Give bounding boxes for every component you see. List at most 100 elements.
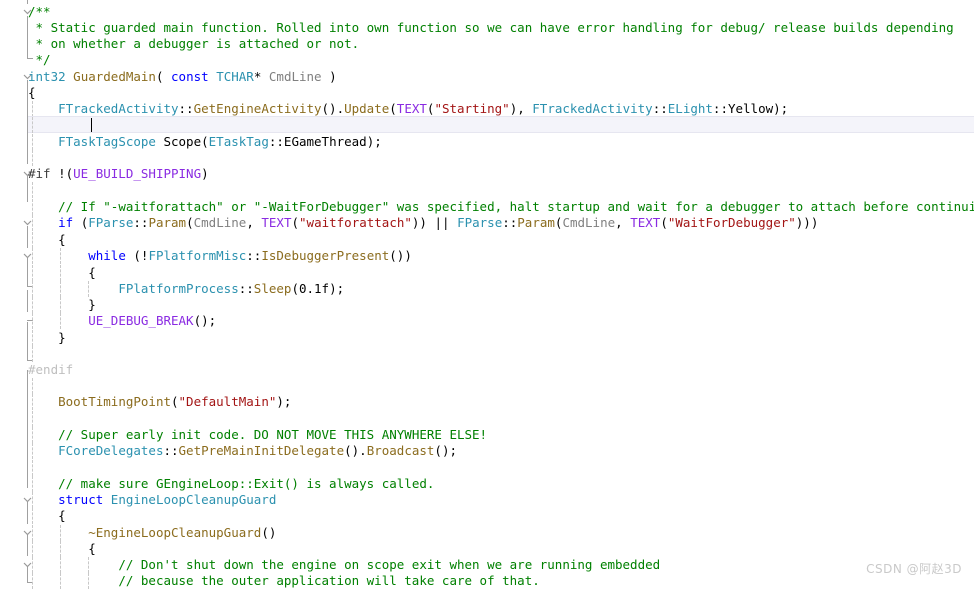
code-token: BootTimingPoint <box>58 394 171 409</box>
code-token: ) <box>321 69 337 84</box>
code-token: } <box>28 297 96 312</box>
code-token: FPlatformMisc <box>148 248 247 263</box>
code-token: { <box>28 508 66 523</box>
code-token: CmdLine <box>193 215 247 230</box>
code-token: (); <box>434 443 457 458</box>
code-line-text: /** <box>28 4 51 20</box>
code-line-text: while (!FPlatformMisc::IsDebuggerPresent… <box>28 248 412 264</box>
code-token: ); <box>773 101 789 116</box>
code-token: (). <box>321 101 345 116</box>
code-token: FTrackedActivity <box>58 101 179 116</box>
code-token: FCoreDelegates <box>58 443 164 458</box>
code-line-text: { <box>28 541 96 557</box>
code-token: :: <box>268 134 284 149</box>
code-token: ( <box>186 215 194 230</box>
code-token: () <box>261 525 277 540</box>
code-token: * on whether a debugger is attached or n… <box>28 36 360 51</box>
code-token: ); <box>366 134 382 149</box>
code-token: Sleep <box>253 281 292 296</box>
code-line-text: { <box>28 85 36 101</box>
code-token: "DefaultMain" <box>178 394 277 409</box>
code-text-surface[interactable]: /** * Static guarded main function. Roll… <box>0 0 974 589</box>
code-line-text: FCoreDelegates::GetPreMainInitDelegate()… <box>28 443 457 459</box>
text-caret <box>91 118 93 132</box>
current-line-highlight <box>28 116 974 133</box>
code-line-text: } <box>28 330 66 346</box>
code-line-text: FTrackedActivity::GetEngineActivity().Up… <box>28 101 788 117</box>
code-token: IsDebuggerPresent <box>261 248 390 263</box>
code-token: ( <box>73 215 89 230</box>
code-token: :: <box>652 101 668 116</box>
code-token: ( <box>155 69 172 84</box>
code-token: // Super early init code. DO NOT MOVE TH… <box>58 427 488 442</box>
code-line-text: { <box>28 508 66 524</box>
code-token: :: <box>712 101 728 116</box>
code-token: { <box>28 232 66 247</box>
code-line-text: } <box>28 297 96 313</box>
code-token: Scope( <box>155 134 209 149</box>
code-token: ); <box>276 394 292 409</box>
indent-guide <box>32 117 33 133</box>
code-token: TEXT <box>261 215 292 230</box>
code-token: FTrackedActivity <box>532 101 653 116</box>
code-token: ( <box>291 215 300 230</box>
code-token: TEXT <box>630 215 661 230</box>
code-token: Update <box>344 101 390 116</box>
code-token: (! <box>125 248 149 263</box>
code-token: GuardedMain <box>73 69 156 84</box>
code-token: EGameThread <box>283 134 367 149</box>
code-token: )) || <box>411 215 458 230</box>
code-token: (). <box>344 443 367 458</box>
code-editor[interactable]: /** * Static guarded main function. Roll… <box>0 0 974 589</box>
code-token: /** <box>28 4 51 19</box>
code-token: EngineLoopCleanupGuard <box>110 492 277 507</box>
code-token: (0.1f); <box>291 281 345 296</box>
code-token: TEXT <box>396 101 427 116</box>
code-token: ( <box>660 215 668 230</box>
code-token: // If "-waitforattach" or "-WaitForDebug… <box>58 199 974 214</box>
code-line-text: FTaskTagScope Scope(ETaskTag::EGameThrea… <box>28 134 382 150</box>
code-line-text: // Don't shut down the engine on scope e… <box>28 557 660 573</box>
indent-guide <box>32 346 33 362</box>
code-token: CmdLine <box>562 215 616 230</box>
code-line-text: if (FParse::Param(CmdLine, TEXT("waitfor… <box>28 215 818 231</box>
code-token: const <box>171 69 209 84</box>
code-line-text: int32 GuardedMain( const TCHAR* CmdLine … <box>28 69 337 85</box>
code-line-text: BootTimingPoint("DefaultMain"); <box>28 394 291 410</box>
code-token: ( <box>171 394 179 409</box>
code-token: { <box>28 85 36 100</box>
code-line-text: * Static guarded main function. Rolled i… <box>28 20 954 36</box>
code-token: CmdLine <box>268 69 322 84</box>
code-token: { <box>28 265 96 280</box>
code-line-text: // make sure GEngineLoop::Exit() is alwa… <box>28 476 434 492</box>
code-token: :: <box>178 101 194 116</box>
code-token: ) <box>201 166 209 181</box>
code-token: , <box>246 215 262 230</box>
code-token: ( <box>389 101 397 116</box>
code-token: ()) <box>389 248 412 263</box>
code-token: (); <box>193 313 217 328</box>
code-token: TCHAR <box>216 69 254 84</box>
code-token: GetEngineActivity <box>193 101 322 116</box>
code-line-text: { <box>28 232 66 248</box>
code-token: "WaitForDebugger" <box>667 215 796 230</box>
code-token: if <box>58 215 74 230</box>
code-token: Param <box>148 215 187 230</box>
code-line-text: { <box>28 265 96 281</box>
indent-guide <box>32 378 33 394</box>
code-token: FParse <box>88 215 134 230</box>
code-token: "waitforattach" <box>299 215 412 230</box>
code-line-text: * on whether a debugger is attached or n… <box>28 36 360 52</box>
code-line-text: ~EngineLoopCleanupGuard() <box>28 525 276 541</box>
code-token: int32 <box>28 69 66 84</box>
